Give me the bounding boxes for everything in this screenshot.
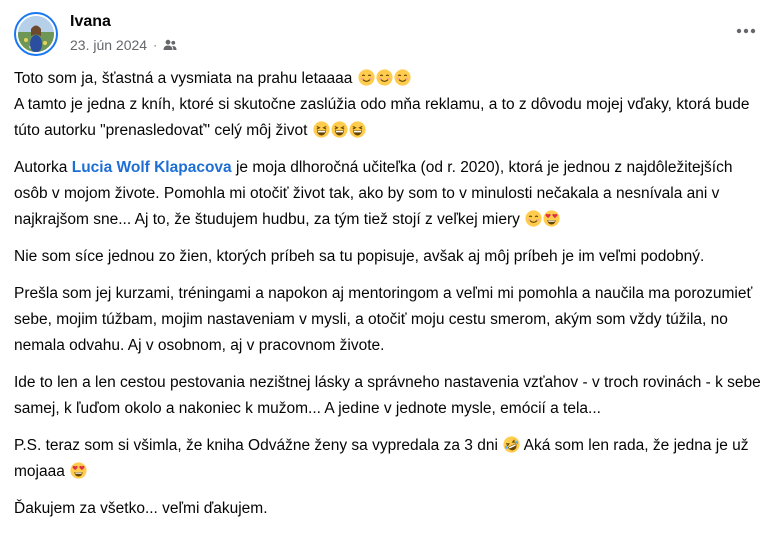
paragraph-1: Toto som ja, šťastná a vysmiata na prahu…	[14, 66, 768, 144]
text-p6-before: P.S. teraz som si všimla, že kniha Odváž…	[14, 437, 498, 454]
author-mention-link[interactable]: Lucia Wolf Klapacova	[72, 159, 232, 176]
paragraph-3: Nie som síce jednou zo žien, ktorých prí…	[14, 248, 705, 265]
text-p1-line2: A tamto je jedna z kníh, ktoré si skutoč…	[14, 96, 750, 139]
heart-eyes-emoji	[543, 210, 560, 227]
post-content: Toto som ja, šťastná a vysmiata na prahu…	[14, 66, 768, 533]
avatar[interactable]	[14, 12, 58, 56]
paragraph-6: P.S. teraz som si všimla, že kniha Odváž…	[14, 433, 768, 485]
friends-icon[interactable]	[163, 39, 177, 51]
meta-separator: ·	[153, 38, 158, 52]
text-p2-before: Autorka	[14, 159, 68, 176]
post-header: Ivana 23. jún 2024 ·	[14, 10, 766, 58]
paragraph-4: Prešla som jej kurzami, tréningami a nap…	[14, 285, 753, 354]
heart-eyes-emoji	[70, 462, 87, 479]
grinning-squinting-emoji	[313, 121, 330, 138]
rolling-on-floor-laughing-emoji	[503, 436, 520, 453]
author-name[interactable]: Ivana	[70, 13, 111, 31]
more-options-icon	[736, 21, 756, 39]
post-meta: 23. jún 2024 ·	[70, 37, 177, 53]
paragraph-2: Autorka Lucia Wolf Klapacova je moja dlh…	[14, 155, 768, 233]
smiling-face-emoji	[358, 69, 375, 86]
text-p1-line1: Toto som ja, šťastná a vysmiata na prahu…	[14, 70, 353, 87]
facebook-post: Ivana 23. jún 2024 · Toto som ja, šťastn…	[0, 0, 778, 546]
post-date[interactable]: 23. jún 2024	[70, 37, 147, 53]
smiling-face-emoji	[525, 210, 542, 227]
avatar-image	[18, 16, 54, 52]
grinning-squinting-emoji	[349, 121, 366, 138]
smiling-face-emoji	[376, 69, 393, 86]
more-options-button[interactable]	[732, 18, 760, 42]
grinning-squinting-emoji	[331, 121, 348, 138]
paragraph-7: Ďakujem za všetko... veľmi ďakujem.	[14, 500, 268, 517]
paragraph-5: Ide to len a len cestou pestovania neziš…	[14, 374, 761, 417]
smiling-face-emoji	[394, 69, 411, 86]
